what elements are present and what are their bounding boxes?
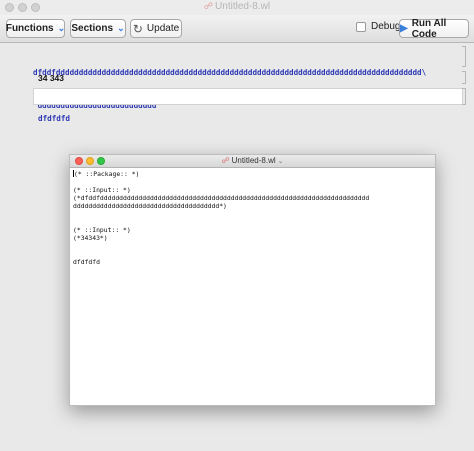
- toolbar: Functions ⌄ Sections ⌄ ↻ Update Debug ▶ …: [0, 15, 474, 43]
- functions-label: Functions: [5, 23, 54, 34]
- editor-line: (* ::Package:: *): [74, 170, 140, 178]
- chevron-down-icon: ⌄: [277, 158, 284, 165]
- editor-line: (*dfddfddddddddddddddddddddddddddddddddd…: [73, 194, 370, 202]
- editor-line: (*34343*): [73, 234, 108, 242]
- cell-bracket[interactable]: [462, 46, 466, 67]
- document-icon: ☍: [203, 1, 214, 11]
- debug-checkbox[interactable]: [356, 21, 366, 32]
- editor-line: (* ::Input:: *): [73, 226, 131, 234]
- cell-bracket[interactable]: [462, 88, 466, 105]
- chevron-down-icon: ⌄: [117, 23, 125, 33]
- sections-label: Sections: [71, 23, 114, 34]
- update-label: Update: [146, 23, 180, 34]
- text-editor[interactable]: (* ::Package:: *) (* ::Input:: *) (*dfdd…: [73, 170, 431, 403]
- editor-line: (* ::Input:: *): [73, 186, 131, 194]
- cell-bracket[interactable]: [462, 71, 466, 84]
- front-window: ☍ Untitled-8.wl ⌄ (* ::Package:: *) (* ::I…: [69, 154, 436, 406]
- front-window-titlebar: ☍ Untitled-8.wl ⌄: [70, 155, 435, 168]
- document-icon: ☍: [221, 156, 230, 165]
- front-window-title: ☍ Untitled-8.wl ⌄: [221, 156, 284, 165]
- sections-button[interactable]: Sections ⌄: [70, 19, 126, 38]
- back-window-title: ☍ Untitled-8.wl: [203, 1, 271, 12]
- refresh-icon: ↻: [132, 21, 143, 36]
- code-cell-2-text: dfdfdfd: [38, 91, 438, 146]
- debug-toggle[interactable]: Debug: [356, 21, 400, 32]
- chevron-down-icon: ⌄: [57, 23, 66, 33]
- debug-label: Debug: [371, 21, 401, 32]
- editor-line: dfdfdfd: [73, 258, 100, 266]
- editor-line: dddddddddddddddddddddddddddddddddddddd*): [73, 202, 227, 210]
- functions-button[interactable]: Functions ⌄: [6, 19, 65, 38]
- back-window-titlebar: ☍ Untitled-8.wl: [0, 0, 474, 15]
- update-button[interactable]: ↻ Update: [130, 19, 182, 38]
- output-cell: 34 343: [38, 73, 64, 83]
- run-all-code-button[interactable]: ▶ Run All Code: [399, 17, 469, 40]
- code-line: dfddfddddddddddddddddddddddddddddddddddd…: [33, 68, 427, 77]
- run-all-label: Run All Code: [411, 17, 447, 40]
- code-line: dfdfdfd: [38, 114, 71, 123]
- play-icon: ▶: [400, 23, 408, 34]
